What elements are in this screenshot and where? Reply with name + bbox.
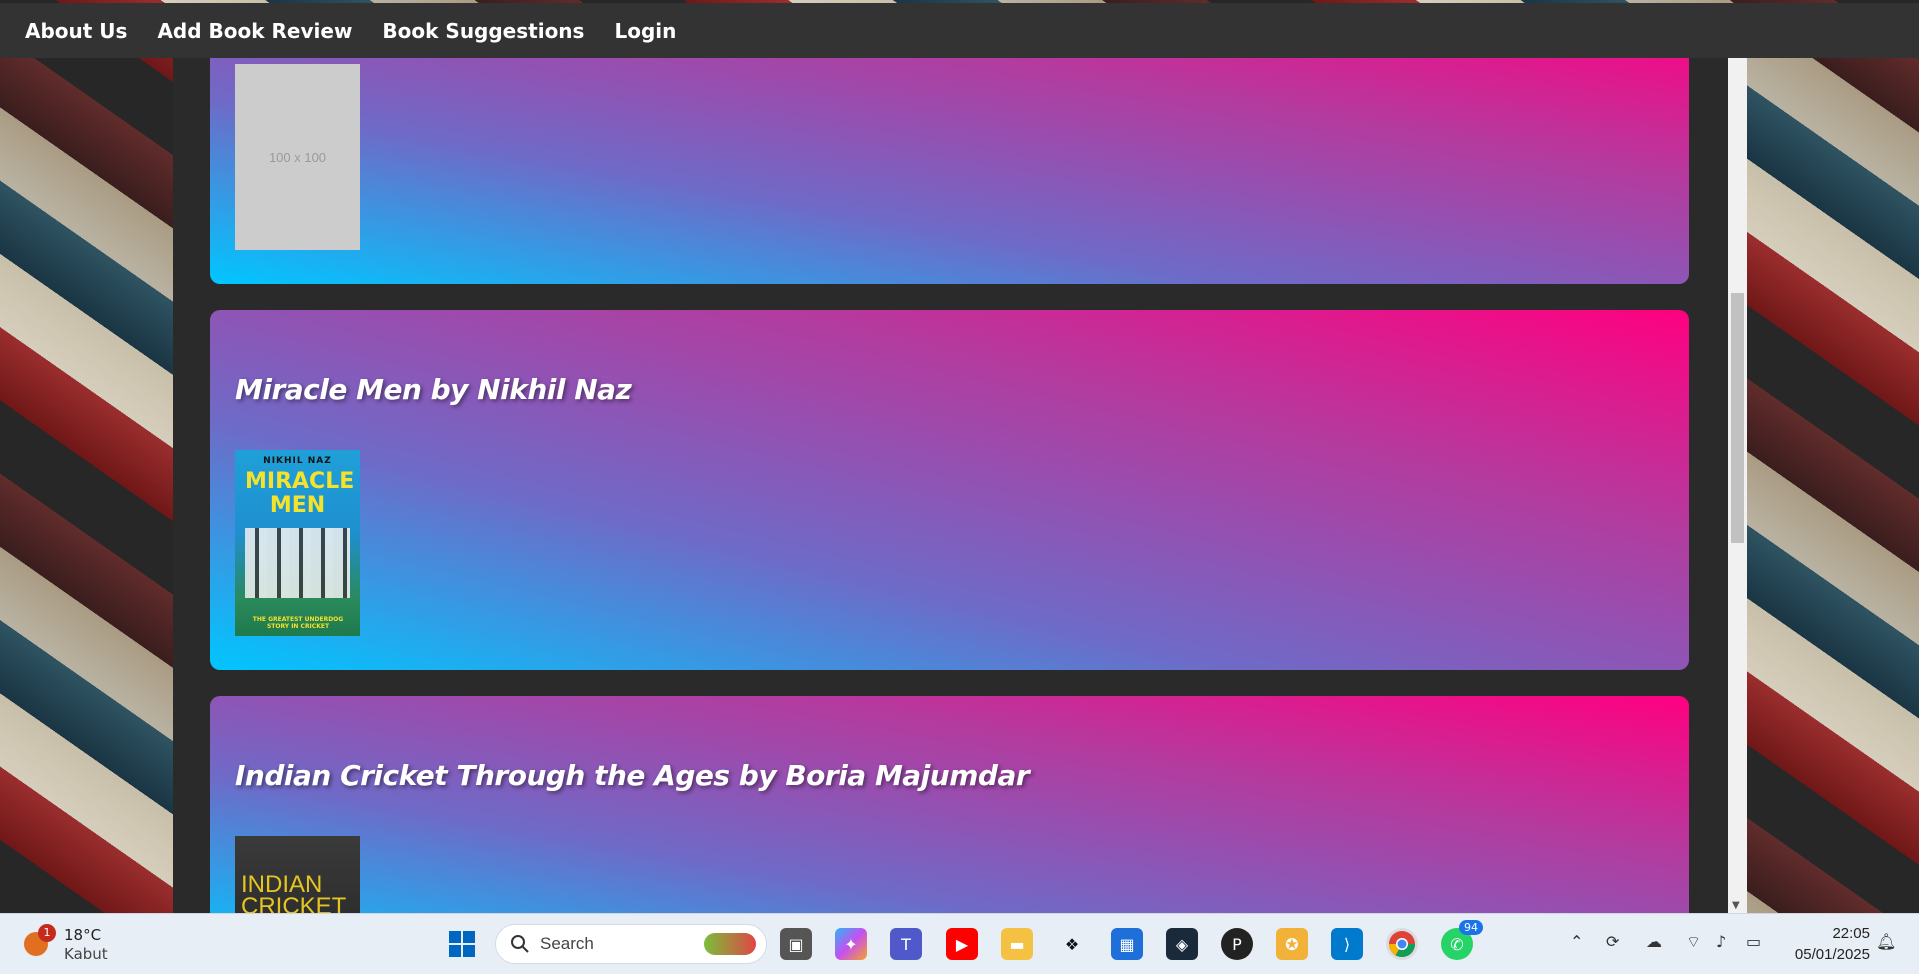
browser-viewport: About Us Add Book Review Book Suggestion… <box>0 0 1919 913</box>
cover-title: MIRACLE MEN <box>245 469 355 518</box>
windows-start-icon[interactable] <box>446 928 478 960</box>
whatsapp-icon[interactable]: ✆ 94 <box>1441 920 1483 960</box>
book-cover-indian-cricket: INDIAN CRICKET <box>235 836 360 913</box>
vscode-icon[interactable]: ⟩ <box>1331 928 1363 960</box>
dropbox-icon[interactable]: ❖ <box>1056 928 1088 960</box>
weather-temperature: 18°C <box>64 926 102 944</box>
volume-icon[interactable]: ♪ <box>1716 932 1726 951</box>
nav-about-us[interactable]: About Us <box>25 19 127 43</box>
book-title: Indian Cricket Through the Ages by Boria… <box>235 759 1030 792</box>
whatsapp-badge: 94 <box>1459 920 1483 935</box>
badge-app-icon[interactable]: ✪ <box>1276 928 1308 960</box>
cover-illustration <box>245 528 350 598</box>
scroll-down-arrow-icon[interactable]: ▼ <box>1732 900 1740 911</box>
nav-book-suggestions[interactable]: Book Suggestions <box>382 19 584 43</box>
nav-add-book-review[interactable]: Add Book Review <box>157 19 352 43</box>
battery-icon[interactable]: ▭ <box>1746 932 1761 951</box>
weather-badge: 1 <box>38 924 56 942</box>
os-taskbar: 1 18°C Kabut Search ▣ ✦ T ▶ ▬ ❖ ▦ ◈ P ✪ … <box>0 913 1919 974</box>
microsoft-store-icon[interactable]: ▦ <box>1111 928 1143 960</box>
copilot-icon[interactable]: ✦ <box>835 928 867 960</box>
cloud-icon[interactable]: ☁ <box>1646 932 1662 951</box>
scrollbar-thumb[interactable] <box>1731 293 1744 543</box>
chevron-up-icon[interactable]: ⌃ <box>1570 932 1583 951</box>
book-title: Miracle Men by Nikhil Naz <box>235 373 632 406</box>
task-view-icon[interactable]: ▣ <box>780 928 812 960</box>
wifi-icon[interactable]: ⌔ <box>1686 932 1701 952</box>
book-card: Miracle Men by Nikhil Naz NIKHIL NAZ MIR… <box>210 310 1689 670</box>
chrome-icon[interactable] <box>1386 928 1418 960</box>
taskbar-search-box[interactable]: Search <box>495 924 767 964</box>
cover-title: INDIAN CRICKET <box>241 871 347 914</box>
top-navbar: About Us Add Book Review Book Suggestion… <box>0 3 1919 58</box>
cover-author: NIKHIL NAZ <box>263 456 332 466</box>
book-cover-placeholder: 100 x 100 <box>235 64 360 250</box>
search-highlight-icon <box>704 933 756 955</box>
book-card: 100 x 100 <box>210 20 1689 284</box>
search-placeholder: Search <box>540 934 594 953</box>
weather-condition: Kabut <box>64 945 108 963</box>
book-card: Indian Cricket Through the Ages by Boria… <box>210 696 1689 913</box>
cover-tagline: THE GREATEST UNDERDOG STORY IN CRICKET <box>252 616 344 630</box>
weather-widget[interactable]: 1 18°C Kabut <box>22 922 122 966</box>
pw-app-icon[interactable]: P <box>1221 928 1253 960</box>
youtube-icon[interactable]: ▶ <box>946 928 978 960</box>
book-cover-miracle-men: NIKHIL NAZ MIRACLE MEN THE GREATEST UNDE… <box>235 450 360 636</box>
teams-icon[interactable]: T <box>890 928 922 960</box>
notification-bell-icon[interactable]: 🔔︎ <box>1876 932 1896 951</box>
file-explorer-icon[interactable]: ▬ <box>1001 928 1033 960</box>
page-scrollbar[interactable]: ▼ <box>1728 58 1747 913</box>
clock-date[interactable]: 05/01/2025 <box>1780 946 1870 963</box>
sync-icon[interactable]: ⟳ <box>1606 932 1619 951</box>
clock-time[interactable]: 22:05 <box>1790 925 1870 942</box>
nav-login[interactable]: Login <box>614 19 676 43</box>
app-icon-dark[interactable]: ◈ <box>1166 928 1198 960</box>
search-icon <box>511 935 529 953</box>
